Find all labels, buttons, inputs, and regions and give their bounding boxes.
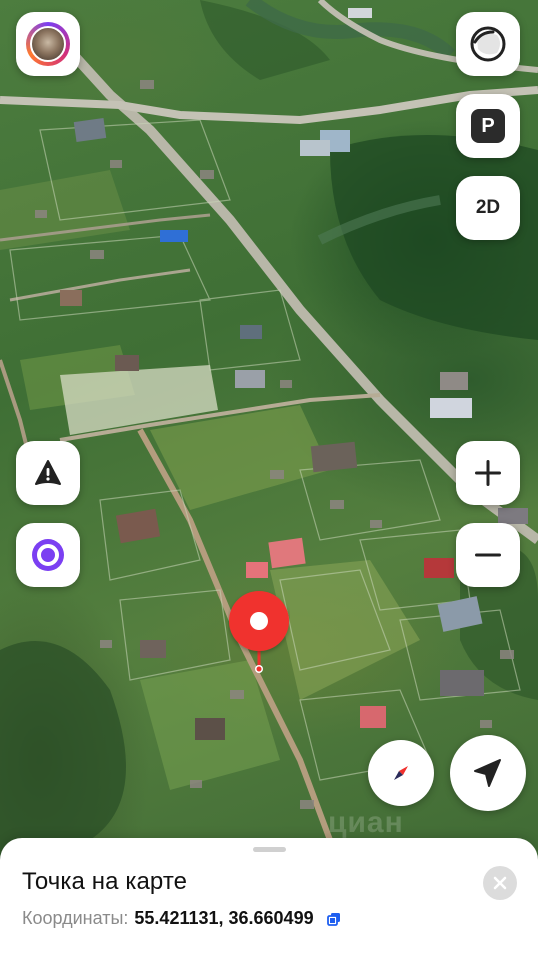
place-bottom-sheet[interactable]: Точка на карте Координаты: 55.421131, 36… [0,838,538,960]
road-alert-icon [35,460,61,485]
map-watermark: циан [328,806,404,839]
my-location-arrow-icon [474,759,501,787]
zoom-in-button[interactable] [456,441,520,505]
profile-avatar-button[interactable] [16,12,80,76]
sheet-title: Точка на карте [22,868,188,895]
voice-assistant-button[interactable] [16,523,80,587]
user-avatar-image [30,26,66,62]
road-events-button[interactable] [16,441,80,505]
parking-button[interactable]: P [456,94,520,158]
copy-icon [326,912,340,926]
layers-icon [470,26,506,62]
zoom-out-button[interactable] [456,523,520,587]
coordinates-label: Координаты: [22,908,129,928]
layers-button[interactable] [456,12,520,76]
copy-coordinates-button[interactable] [326,911,342,927]
coordinates-row: Координаты: 55.421131, 36.660499 [22,908,342,929]
sheet-grabber[interactable] [253,847,286,852]
plus-icon [475,460,501,486]
close-icon [493,876,507,890]
voice-assistant-icon [32,539,64,571]
minus-icon [475,553,501,557]
my-location-button[interactable] [450,735,526,811]
close-button[interactable] [483,866,517,900]
compass-icon [394,766,408,780]
coordinates-value[interactable]: 55.421131, 36.660499 [134,908,313,929]
view-2d-label: 2D [475,197,501,218]
view-2d-button[interactable]: 2D [456,176,520,240]
place-pin-icon[interactable] [228,590,290,675]
parking-icon: P [471,109,505,143]
compass-button[interactable] [368,740,434,806]
avatar [26,22,70,66]
